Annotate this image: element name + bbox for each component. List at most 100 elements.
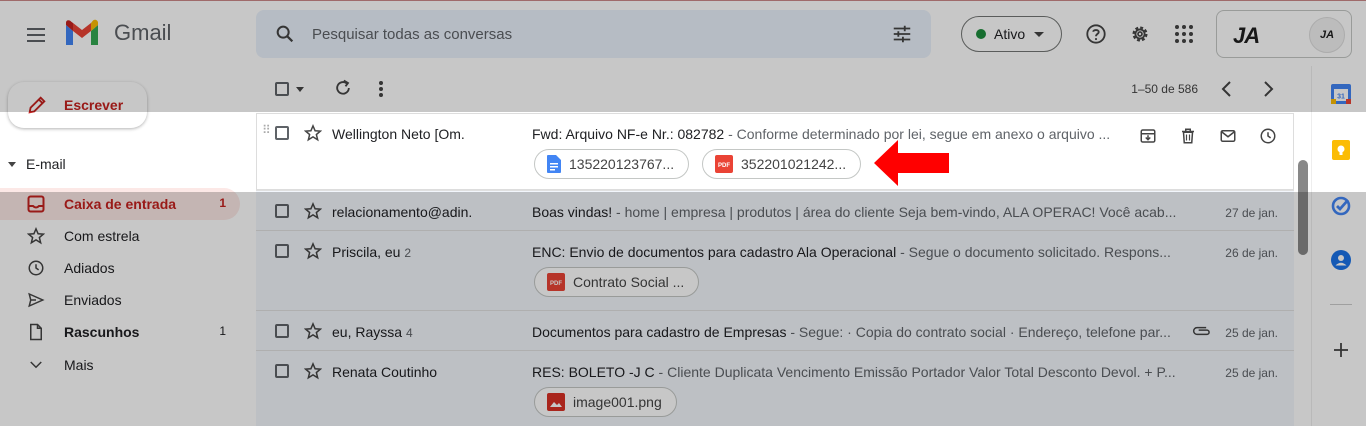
mark-as-read-envelope-icon[interactable] <box>1216 124 1240 148</box>
side-panel: 31 <box>1311 66 1366 426</box>
gmail-logo[interactable]: Gmail <box>64 19 171 47</box>
gmail-m-icon <box>66 19 98 45</box>
older-page-chevron-right-icon[interactable] <box>1261 80 1275 103</box>
star-icon[interactable] <box>303 361 323 385</box>
row-hover-actions <box>1136 124 1280 148</box>
table-row[interactable]: Priscila, eu 2 ENC: Envio de documentos … <box>256 231 1294 311</box>
list-toolbar: 1–50 de 586 <box>256 66 1296 112</box>
archive-icon[interactable] <box>1136 124 1160 148</box>
svg-text:PDF: PDF <box>718 163 730 169</box>
pagination-info: 1–50 de 586 <box>1131 82 1198 96</box>
nav-item-label: Enviados <box>64 292 122 308</box>
app-name: Gmail <box>114 20 172 45</box>
attachment-chip[interactable]: 135220123767... <box>534 149 690 179</box>
panel-divider <box>1330 304 1352 305</box>
nav-item-snoozed[interactable]: Adiados <box>0 252 240 284</box>
table-row[interactable]: Renata Coutinho RES: BOLETO -J C - Clien… <box>256 351 1294 426</box>
account-switcher[interactable]: JA JA <box>1216 10 1352 58</box>
apps-grid-icon[interactable] <box>1172 22 1196 46</box>
unread-count: 1 <box>219 196 226 210</box>
contacts-icon[interactable] <box>1331 250 1351 270</box>
email-date: 27 de jan. <box>1225 206 1278 220</box>
email-sender: Wellington Neto [Om. <box>332 126 465 142</box>
snooze-clock-icon[interactable] <box>1256 124 1280 148</box>
row-checkbox[interactable] <box>275 126 289 140</box>
nav-item-label: Adiados <box>64 260 115 276</box>
email-subject-snippet: Boas vindas! - home | empresa | produtos… <box>532 204 1177 220</box>
status-label: Ativo <box>994 26 1026 42</box>
attachment-name: 135220123767... <box>569 156 675 172</box>
table-row[interactable]: eu, Rayssa 4 Documentos para cadastro de… <box>256 311 1294 351</box>
keep-icon[interactable] <box>1331 140 1351 160</box>
nav-item-sent[interactable]: Enviados <box>0 284 240 316</box>
status-button[interactable]: Ativo <box>961 16 1062 52</box>
caret-down-icon <box>8 161 16 167</box>
email-date: 25 de jan. <box>1225 366 1278 380</box>
organization-logo: JA <box>1233 23 1260 48</box>
nav-item-drafts[interactable]: Rascunhos 1 <box>0 316 240 348</box>
table-row[interactable]: relacionamento@adin. Boas vindas! - home… <box>256 191 1294 231</box>
message-list: 1–50 de 586 ⠿ Wellington Neto [Om. Fwd: … <box>256 66 1296 426</box>
more-options-icon[interactable] <box>376 80 386 103</box>
nav-item-starred[interactable]: Com estrela <box>0 220 240 252</box>
email-sender: Priscila, eu 2 <box>332 244 412 260</box>
attachment-name: 352201021242... <box>741 156 847 172</box>
search-options-icon[interactable] <box>891 23 913 50</box>
compose-button[interactable]: Escrever <box>8 82 147 128</box>
inbox-icon <box>26 194 46 214</box>
send-icon <box>26 290 46 310</box>
attachment-chip[interactable]: image001.png <box>534 387 677 417</box>
mail-section-toggle[interactable]: E-mail <box>8 156 66 172</box>
select-all-checkbox[interactable] <box>275 82 289 96</box>
nav-item-label: Caixa de entrada <box>64 196 177 212</box>
image-file-icon <box>547 393 565 411</box>
nav-item-inbox[interactable]: Caixa de entrada 1 <box>0 188 240 220</box>
status-dot-icon <box>976 29 986 39</box>
caret-down-icon <box>1034 31 1045 37</box>
drag-handle-icon[interactable]: ⠿ <box>262 123 271 137</box>
search-bar[interactable] <box>256 10 931 58</box>
row-checkbox[interactable] <box>275 244 289 258</box>
email-sender: eu, Rayssa 4 <box>332 324 413 340</box>
list-scrollbar[interactable] <box>1298 160 1308 255</box>
refresh-icon[interactable] <box>333 78 353 103</box>
calendar-icon[interactable]: 31 <box>1331 84 1351 104</box>
main-menu-button[interactable] <box>22 21 50 49</box>
search-icon[interactable] <box>274 23 296 50</box>
table-row[interactable]: ⠿ Wellington Neto [Om. Fwd: Arquivo NF-e… <box>256 113 1294 191</box>
email-date: 25 de jan. <box>1225 326 1278 340</box>
compose-label: Escrever <box>64 97 124 113</box>
row-checkbox[interactable] <box>275 324 289 338</box>
star-icon[interactable] <box>303 321 323 345</box>
svg-text:31: 31 <box>1337 94 1345 101</box>
nav-item-more[interactable]: Mais <box>0 349 240 381</box>
avatar[interactable]: JA <box>1309 17 1345 53</box>
row-checkbox[interactable] <box>275 204 289 218</box>
chevron-down-icon <box>26 355 46 375</box>
annotation-arrow-icon <box>874 140 949 186</box>
help-icon[interactable] <box>1084 22 1108 46</box>
star-icon <box>26 226 46 246</box>
star-icon[interactable] <box>303 123 323 147</box>
newer-page-chevron-left-icon[interactable] <box>1220 80 1234 103</box>
row-checkbox[interactable] <box>275 364 289 378</box>
search-input[interactable] <box>312 22 872 46</box>
top-bar: Gmail Ativo JA JA <box>0 0 1366 66</box>
star-icon[interactable] <box>303 241 323 265</box>
add-addon-plus-icon[interactable] <box>1331 340 1351 360</box>
draft-count: 1 <box>219 324 226 338</box>
settings-gear-icon[interactable] <box>1128 22 1152 46</box>
google-doc-icon <box>547 155 561 173</box>
delete-icon[interactable] <box>1176 124 1200 148</box>
pdf-icon: PDF <box>547 273 565 291</box>
email-sender: Renata Coutinho <box>332 364 438 380</box>
select-menu-caret-icon[interactable] <box>296 87 304 92</box>
email-date: 26 de jan. <box>1225 246 1278 260</box>
attachment-chip[interactable]: PDF 352201021242... <box>702 149 862 179</box>
mail-section-label: E-mail <box>26 156 66 172</box>
nav-item-label: Mais <box>64 357 94 373</box>
attachment-chip[interactable]: PDF Contrato Social ... <box>534 267 700 297</box>
tasks-icon[interactable] <box>1331 196 1351 216</box>
star-icon[interactable] <box>303 201 323 225</box>
pencil-icon <box>26 94 48 121</box>
